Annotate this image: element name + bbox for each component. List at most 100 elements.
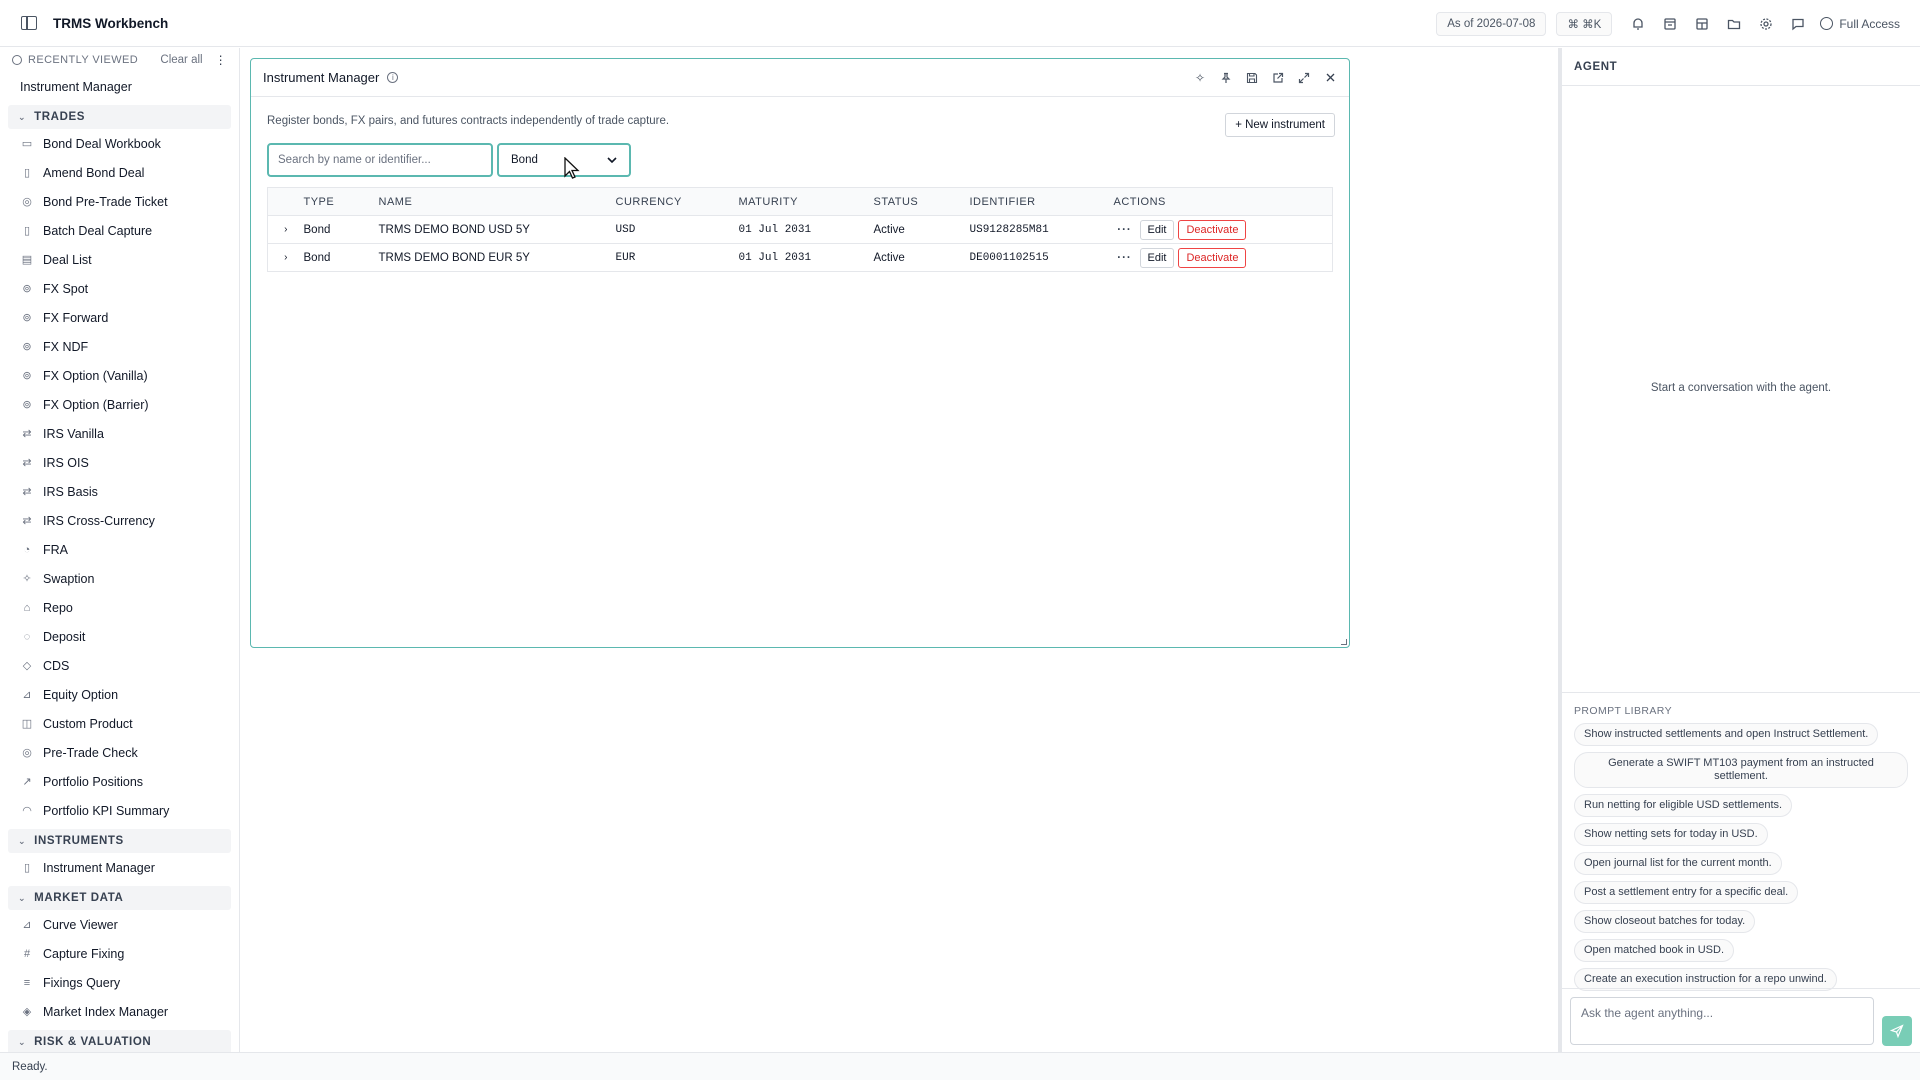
sidebar-item-fixings-query[interactable]: ≡ Fixings Query [0, 968, 239, 997]
send-button[interactable] [1882, 1015, 1912, 1046]
sidebar-item-fx-ndf[interactable]: ⊚ FX NDF [0, 332, 239, 361]
chevron-right-icon[interactable]: › [267, 243, 304, 272]
sidebar-section-risk-valuation[interactable]: ⌄ RISK & VALUATION [8, 1030, 231, 1052]
resize-handle-icon[interactable] [1341, 639, 1347, 645]
prompt-chip[interactable]: Open matched book in USD. [1574, 939, 1735, 962]
sidebar-section-instruments[interactable]: ⌄ INSTRUMENTS [8, 829, 231, 853]
agent-title: AGENT [1562, 48, 1920, 86]
sidebar-section-market-data[interactable]: ⌄ MARKET DATA [8, 886, 231, 910]
sidebar-item-irs-basis[interactable]: ⇄ IRS Basis [0, 477, 239, 506]
prompt-chip[interactable]: Post a settlement entry for a specific d… [1574, 881, 1799, 904]
sidebar-item-label: Curve Viewer [43, 917, 118, 932]
edit-button[interactable]: Edit [1139, 247, 1175, 268]
gauge-icon: ◠ [22, 805, 32, 817]
search-input[interactable]: Search by name or identifier... [267, 143, 493, 177]
more-actions-button[interactable]: ··· [1114, 252, 1136, 264]
more-vertical-icon[interactable]: ⋮ [215, 53, 227, 67]
cell-maturity: 01 Jul 2031 [738, 215, 874, 244]
prompt-chip-row: Open matched book in USD. [1574, 939, 1908, 968]
sidebar-item-pre-trade-check[interactable]: ◎ Pre-Trade Check [0, 738, 239, 767]
close-icon[interactable] [1317, 66, 1343, 90]
sidebar-item-irs-vanilla[interactable]: ⇄ IRS Vanilla [0, 419, 239, 448]
sidebar-item-deposit[interactable]: ◌ Deposit [0, 622, 239, 651]
column-header-status[interactable]: STATUS [873, 187, 970, 216]
sidebar-item-fx-option-barrier[interactable]: ⊚ FX Option (Barrier) [0, 390, 239, 419]
prompt-chip[interactable]: Generate a SWIFT MT103 payment from an i… [1574, 752, 1908, 788]
as-of-date[interactable]: As of 2026-07-08 [1436, 11, 1547, 36]
save-icon[interactable] [1239, 66, 1265, 90]
prompt-chip[interactable]: Show instructed settlements and open Ins… [1574, 723, 1879, 746]
sidebar-item-cds[interactable]: ◇ CDS [0, 651, 239, 680]
prompt-chip[interactable]: Open journal list for the current month. [1574, 852, 1782, 875]
prompt-list: Show instructed settlements and open Ins… [1574, 723, 1908, 997]
sidebar-section-trades[interactable]: ⌄ TRADES [8, 105, 231, 129]
sparkle-icon[interactable]: ✧ [1187, 66, 1213, 90]
column-header-type[interactable]: TYPE [303, 187, 379, 216]
sidebar-item-swaption[interactable]: ✧ Swaption [0, 564, 239, 593]
column-header-identifier[interactable]: IDENTIFIER [969, 187, 1114, 216]
sidebar-item-market-index-manager[interactable]: ◈ Market Index Manager [0, 997, 239, 1026]
sidebar-item-amend-bond-deal[interactable]: ▯ Amend Bond Deal [0, 158, 239, 187]
maximize-icon[interactable] [1291, 66, 1317, 90]
edit-button[interactable]: Edit [1139, 219, 1175, 240]
command-palette-shortcut[interactable]: ⌘ ⌘K [1556, 11, 1613, 36]
deactivate-button[interactable]: Deactivate [1178, 219, 1247, 240]
cell-status: Active [873, 243, 970, 272]
sidebar-item-fx-option-vanilla[interactable]: ⊚ FX Option (Vanilla) [0, 361, 239, 390]
cell-actions: ··· Edit Deactivate [1113, 215, 1333, 244]
sidebar-item-fx-forward[interactable]: ⊚ FX Forward [0, 303, 239, 332]
sidebar-item-irs-cross-currency[interactable]: ⇄ IRS Cross-Currency [0, 506, 239, 535]
cell-maturity: 01 Jul 2031 [738, 243, 874, 272]
chevron-right-icon[interactable]: › [267, 215, 304, 244]
clear-all-button[interactable]: Clear all [160, 54, 202, 66]
sidebar-item-curve-viewer[interactable]: ⊿ Curve Viewer [0, 910, 239, 939]
layout-icon[interactable] [1686, 12, 1718, 36]
recently-viewed-header: RECENTLY VIEWED Clear all ⋮ [0, 48, 239, 72]
agent-input[interactable]: Ask the agent anything... [1570, 996, 1875, 1045]
pin-icon[interactable] [1213, 66, 1239, 90]
recent-item-instrument-manager[interactable]: Instrument Manager [0, 72, 239, 101]
prompt-chip-row: Show closeout batches for today. [1574, 910, 1908, 939]
column-header-name[interactable]: NAME [378, 187, 616, 216]
sidebar-item-equity-option[interactable]: ⊿ Equity Option [0, 680, 239, 709]
sidebar-item-fx-spot[interactable]: ⊚ FX Spot [0, 274, 239, 303]
table-row[interactable]: › Bond TRMS DEMO BOND USD 5Y USD 01 Jul 2031… [267, 215, 1333, 244]
info-icon[interactable]: i [387, 72, 399, 83]
sidebar-item-bond-deal-workbook[interactable]: ▭ Bond Deal Workbook [0, 129, 239, 158]
prompt-chip[interactable]: Show closeout batches for today. [1574, 910, 1756, 933]
sidebar-item-repo[interactable]: ⌂ Repo [0, 593, 239, 622]
swap-icon: ⇄ [22, 457, 32, 469]
prompt-chip[interactable]: Run netting for eligible USD settlements… [1574, 794, 1793, 817]
sidebar-toggle-icon[interactable] [21, 16, 37, 30]
prompt-chip-row: Show netting sets for today in USD. [1574, 823, 1908, 852]
sidebar-item-bond-pre-trade-ticket[interactable]: ◎ Bond Pre-Trade Ticket [0, 187, 239, 216]
table-row[interactable]: › Bond TRMS DEMO BOND EUR 5Y EUR 01 Jul 2031… [267, 243, 1333, 272]
column-header-maturity[interactable]: MATURITY [738, 187, 874, 216]
database-icon: ≡ [23, 976, 31, 989]
sidebar-item-custom-product[interactable]: ◫ Custom Product [0, 709, 239, 738]
external-link-icon[interactable] [1265, 66, 1291, 90]
full-access-indicator[interactable]: Full Access [1820, 17, 1900, 31]
more-actions-button[interactable]: ··· [1114, 224, 1136, 236]
chat-icon[interactable] [1782, 12, 1814, 36]
sidebar-item-capture-fixing[interactable]: # Capture Fixing [0, 939, 239, 968]
sidebar-item-instrument-manager[interactable]: ▯ Instrument Manager [0, 853, 239, 882]
folder-icon[interactable] [1718, 12, 1750, 36]
sidebar-item-batch-deal-capture[interactable]: ▯ Batch Deal Capture [0, 216, 239, 245]
new-instrument-button[interactable]: + New instrument [1225, 113, 1335, 137]
deactivate-button[interactable]: Deactivate [1178, 247, 1247, 268]
sidebar-item-irs-ois[interactable]: ⇄ IRS OIS [0, 448, 239, 477]
sidebar-item-portfolio-positions[interactable]: ↗ Portfolio Positions [0, 767, 239, 796]
sidebar-item-label: Market Index Manager [43, 1004, 169, 1019]
sidebar-item-portfolio-kpi-summary[interactable]: ◠ Portfolio KPI Summary [0, 796, 239, 825]
gear-icon[interactable] [1750, 12, 1782, 36]
prompt-chip[interactable]: Show netting sets for today in USD. [1574, 823, 1768, 846]
column-header-currency[interactable]: CURRENCY [615, 187, 739, 216]
instrument-type-select[interactable]: Bond [497, 143, 631, 179]
sidebar-item-label: FX Forward [43, 310, 109, 325]
sidebar-item-deal-list[interactable]: ▤ Deal List [0, 245, 239, 274]
instrument-table: TYPE NAME CURRENCY MATURITY STATUS IDENT… [267, 187, 1333, 272]
archive-icon[interactable] [1654, 12, 1686, 36]
bell-icon[interactable] [1622, 12, 1654, 36]
sidebar-item-fra[interactable]: ◔ FRA [0, 535, 239, 564]
